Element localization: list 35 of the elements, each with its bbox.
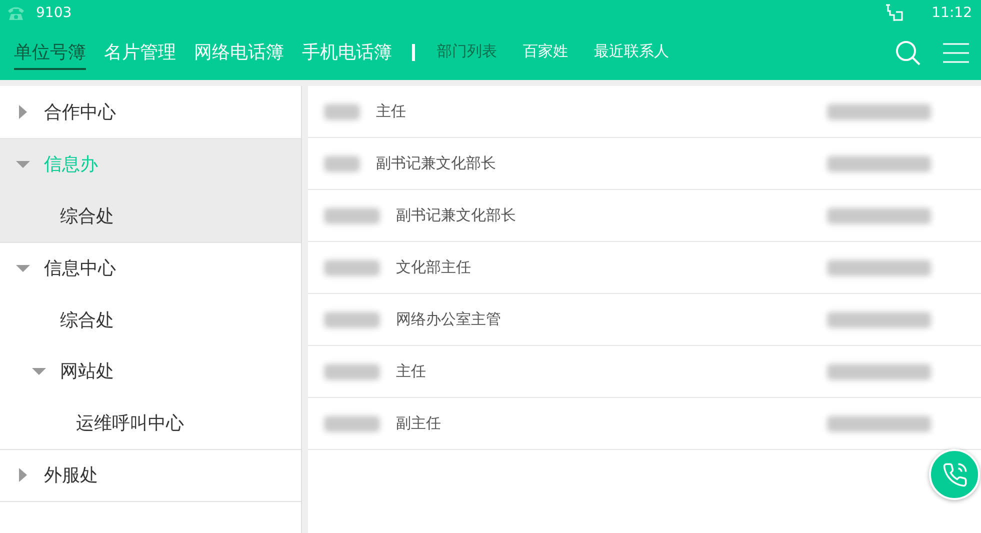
tree-item[interactable]: 网站处 — [60, 359, 114, 384]
search-icon[interactable] — [895, 40, 921, 66]
blurred-name — [324, 416, 380, 432]
blurred-name — [324, 364, 380, 380]
nav-tab[interactable]: 部门列表 — [437, 38, 497, 67]
phone-icon — [6, 4, 26, 20]
tree-item[interactable]: 信息中心 — [44, 256, 116, 280]
nav-tab[interactable]: 单位号簿 — [14, 36, 86, 70]
tree-item[interactable]: 综合处 — [60, 308, 114, 332]
blurred-name — [324, 312, 380, 328]
nav-tab[interactable]: 手机电话簿 — [302, 36, 392, 70]
tree-item[interactable]: 外服处 — [44, 463, 98, 488]
blurred-name — [324, 104, 360, 120]
job-title: 主任 — [396, 362, 427, 381]
phone-call-icon — [942, 462, 968, 488]
clock: 11:12 — [932, 4, 972, 20]
line-number: 9103 — [36, 4, 72, 20]
menu-icon[interactable] — [943, 42, 969, 62]
nav-tab[interactable]: 最近联系人 — [594, 38, 669, 67]
job-title: 副主任 — [396, 414, 442, 433]
tree-item[interactable]: 合作中心 — [44, 100, 116, 124]
network-icon — [884, 4, 904, 22]
job-title: 副书记兼文化部长 — [376, 154, 497, 173]
job-title: 文化部主任 — [396, 258, 472, 277]
tree-item[interactable]: 运维呼叫中心 — [76, 410, 184, 435]
nav-tab[interactable]: 百家姓 — [523, 38, 568, 67]
job-title: 网络办公室主管 — [396, 310, 502, 329]
job-title: 副书记兼文化部长 — [396, 206, 517, 225]
nav-tab[interactable]: 名片管理 — [104, 36, 176, 70]
blurred-name — [324, 156, 360, 172]
blurred-name — [324, 260, 380, 276]
blurred-name — [324, 208, 380, 224]
nav-tab[interactable]: 网络电话簿 — [194, 36, 284, 70]
tree-item[interactable]: 综合处 — [60, 204, 114, 228]
job-title: 主任 — [376, 102, 407, 121]
